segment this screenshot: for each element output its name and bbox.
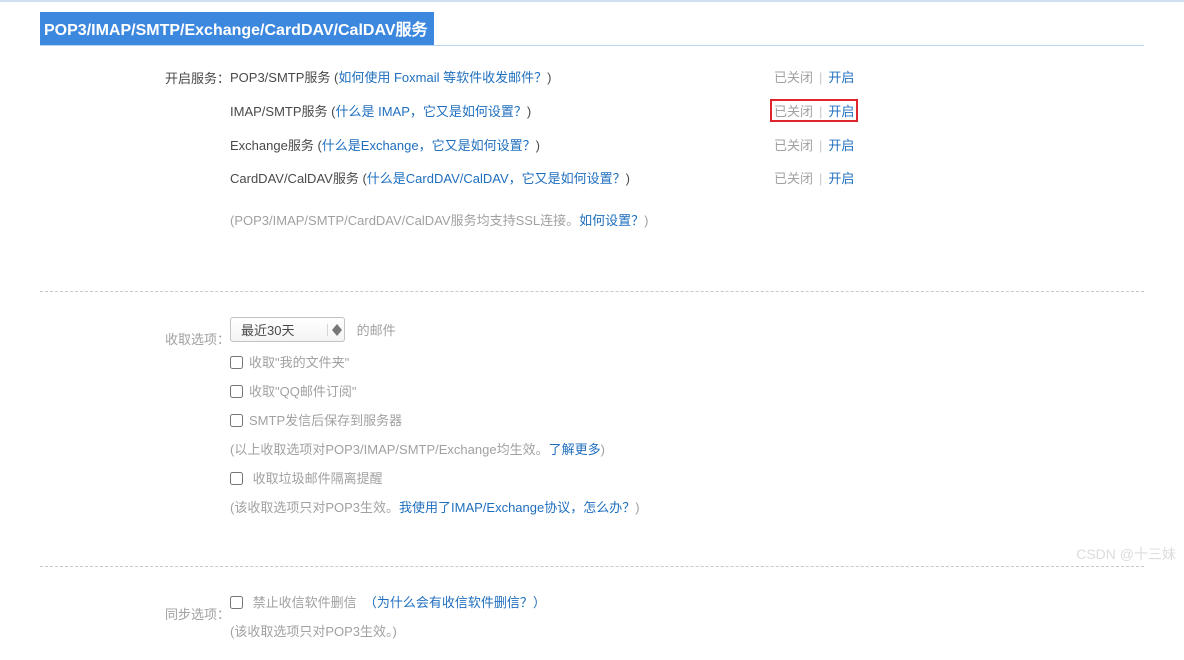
service-status: 已关闭: [774, 101, 813, 120]
forbid-delete-checkbox[interactable]: [230, 596, 243, 609]
section-title: POP3/IMAP/SMTP/Exchange/CardDAV/CalDAV服务: [40, 12, 434, 45]
service-desc: Exchange服务 (什么是Exchange，它又是如何设置？): [230, 135, 770, 154]
receive-note-1: (以上收取选项对POP3/IMAP/SMTP/Exchange均生效。了解更多): [230, 439, 1144, 458]
divider: [40, 291, 1144, 292]
service-name: Exchange服务: [230, 138, 317, 153]
receive-option-checkbox[interactable]: [230, 385, 243, 398]
service-action-cell: 已关闭 | 开启: [770, 134, 858, 155]
enable-link[interactable]: 开启: [828, 168, 854, 187]
service-row: POP3/SMTP服务 (如何使用 Foxmail 等软件收发邮件？)已关闭 | 开…: [230, 66, 1144, 87]
forbid-delete-help-link[interactable]: （为什么会有收信软件删信？）: [364, 595, 546, 610]
receive-option-checkbox[interactable]: [230, 414, 243, 427]
receive-option-checkbox[interactable]: [230, 356, 243, 369]
receive-option-row: 收取"QQ邮件订阅": [230, 381, 1144, 400]
divider: [40, 566, 1144, 567]
service-action-cell: 已关闭 | 开启: [770, 66, 858, 87]
learn-more-link[interactable]: 了解更多: [549, 442, 601, 457]
receive-range-suffix: 的邮件: [357, 323, 396, 338]
service-name: CardDAV/CalDAV服务: [230, 171, 362, 186]
service-action-cell: 已关闭 | 开启: [770, 167, 858, 188]
enable-link[interactable]: 开启: [828, 135, 854, 154]
service-row: IMAP/SMTP服务 (什么是 IMAP，它又是如何设置？)已关闭 | 开启: [230, 99, 1144, 122]
spam-checkbox[interactable]: [230, 472, 243, 485]
separator: |: [819, 70, 822, 85]
imap-exchange-help-link[interactable]: 我使用了IMAP/Exchange协议，怎么办？: [399, 500, 635, 515]
ssl-note: (POP3/IMAP/SMTP/CardDAV/CalDAV服务均支持SSL连接…: [230, 210, 770, 229]
receive-range-select[interactable]: 最近30天: [230, 317, 345, 342]
service-desc: CardDAV/CalDAV服务 (什么是CardDAV/CalDAV，它又是如…: [230, 168, 770, 187]
service-help-link[interactable]: 如何使用 Foxmail 等软件收发邮件？: [338, 70, 547, 85]
service-desc: POP3/SMTP服务 (如何使用 Foxmail 等软件收发邮件？): [230, 67, 770, 86]
service-row: Exchange服务 (什么是Exchange，它又是如何设置？)已关闭 | 开启: [230, 134, 1144, 155]
service-status: 已关闭: [774, 135, 813, 154]
separator: |: [819, 104, 822, 119]
receive-note-2: (该收取选项只对POP3生效。我使用了IMAP/Exchange协议，怎么办？): [230, 497, 1144, 516]
service-help-link[interactable]: 什么是 IMAP，它又是如何设置？: [335, 104, 526, 119]
service-status: 已关闭: [774, 168, 813, 187]
enable-link[interactable]: 开启: [828, 101, 854, 120]
service-action-cell: 已关闭 | 开启: [770, 99, 858, 122]
service-desc: IMAP/SMTP服务 (什么是 IMAP，它又是如何设置？): [230, 101, 770, 120]
forbid-delete-label: 禁止收信软件删信: [253, 595, 357, 610]
separator: |: [819, 171, 822, 186]
receive-range-value: 最近30天: [241, 320, 294, 339]
receive-option-label: 收取"QQ邮件订阅": [249, 384, 356, 399]
service-help-link[interactable]: 什么是Exchange，它又是如何设置？: [322, 138, 536, 153]
receive-option-label: SMTP发信后保存到服务器: [249, 413, 402, 428]
separator: |: [819, 138, 822, 153]
receive-options-label: 收取选项：: [140, 327, 230, 516]
service-name: IMAP/SMTP服务: [230, 104, 331, 119]
service-status: 已关闭: [774, 67, 813, 86]
enable-service-label: 开启服务：: [140, 66, 230, 251]
sync-options-label: 同步选项：: [140, 602, 230, 640]
spinner-icon: [327, 324, 342, 336]
spam-label: 收取垃圾邮件隔离提醒: [253, 471, 383, 486]
ssl-how-to-link[interactable]: 如何设置？: [579, 213, 644, 228]
sync-note: (该收取选项只对POP3生效。): [230, 621, 1144, 640]
service-help-link[interactable]: 什么是CardDAV/CalDAV，它又是如何设置？: [367, 171, 626, 186]
receive-option-row: 收取"我的文件夹": [230, 352, 1144, 371]
receive-option-label: 收取"我的文件夹": [249, 355, 349, 370]
receive-option-row: SMTP发信后保存到服务器: [230, 410, 1144, 429]
service-row: CardDAV/CalDAV服务 (什么是CardDAV/CalDAV，它又是如…: [230, 167, 1144, 188]
enable-link[interactable]: 开启: [828, 67, 854, 86]
service-name: POP3/SMTP服务: [230, 70, 334, 85]
